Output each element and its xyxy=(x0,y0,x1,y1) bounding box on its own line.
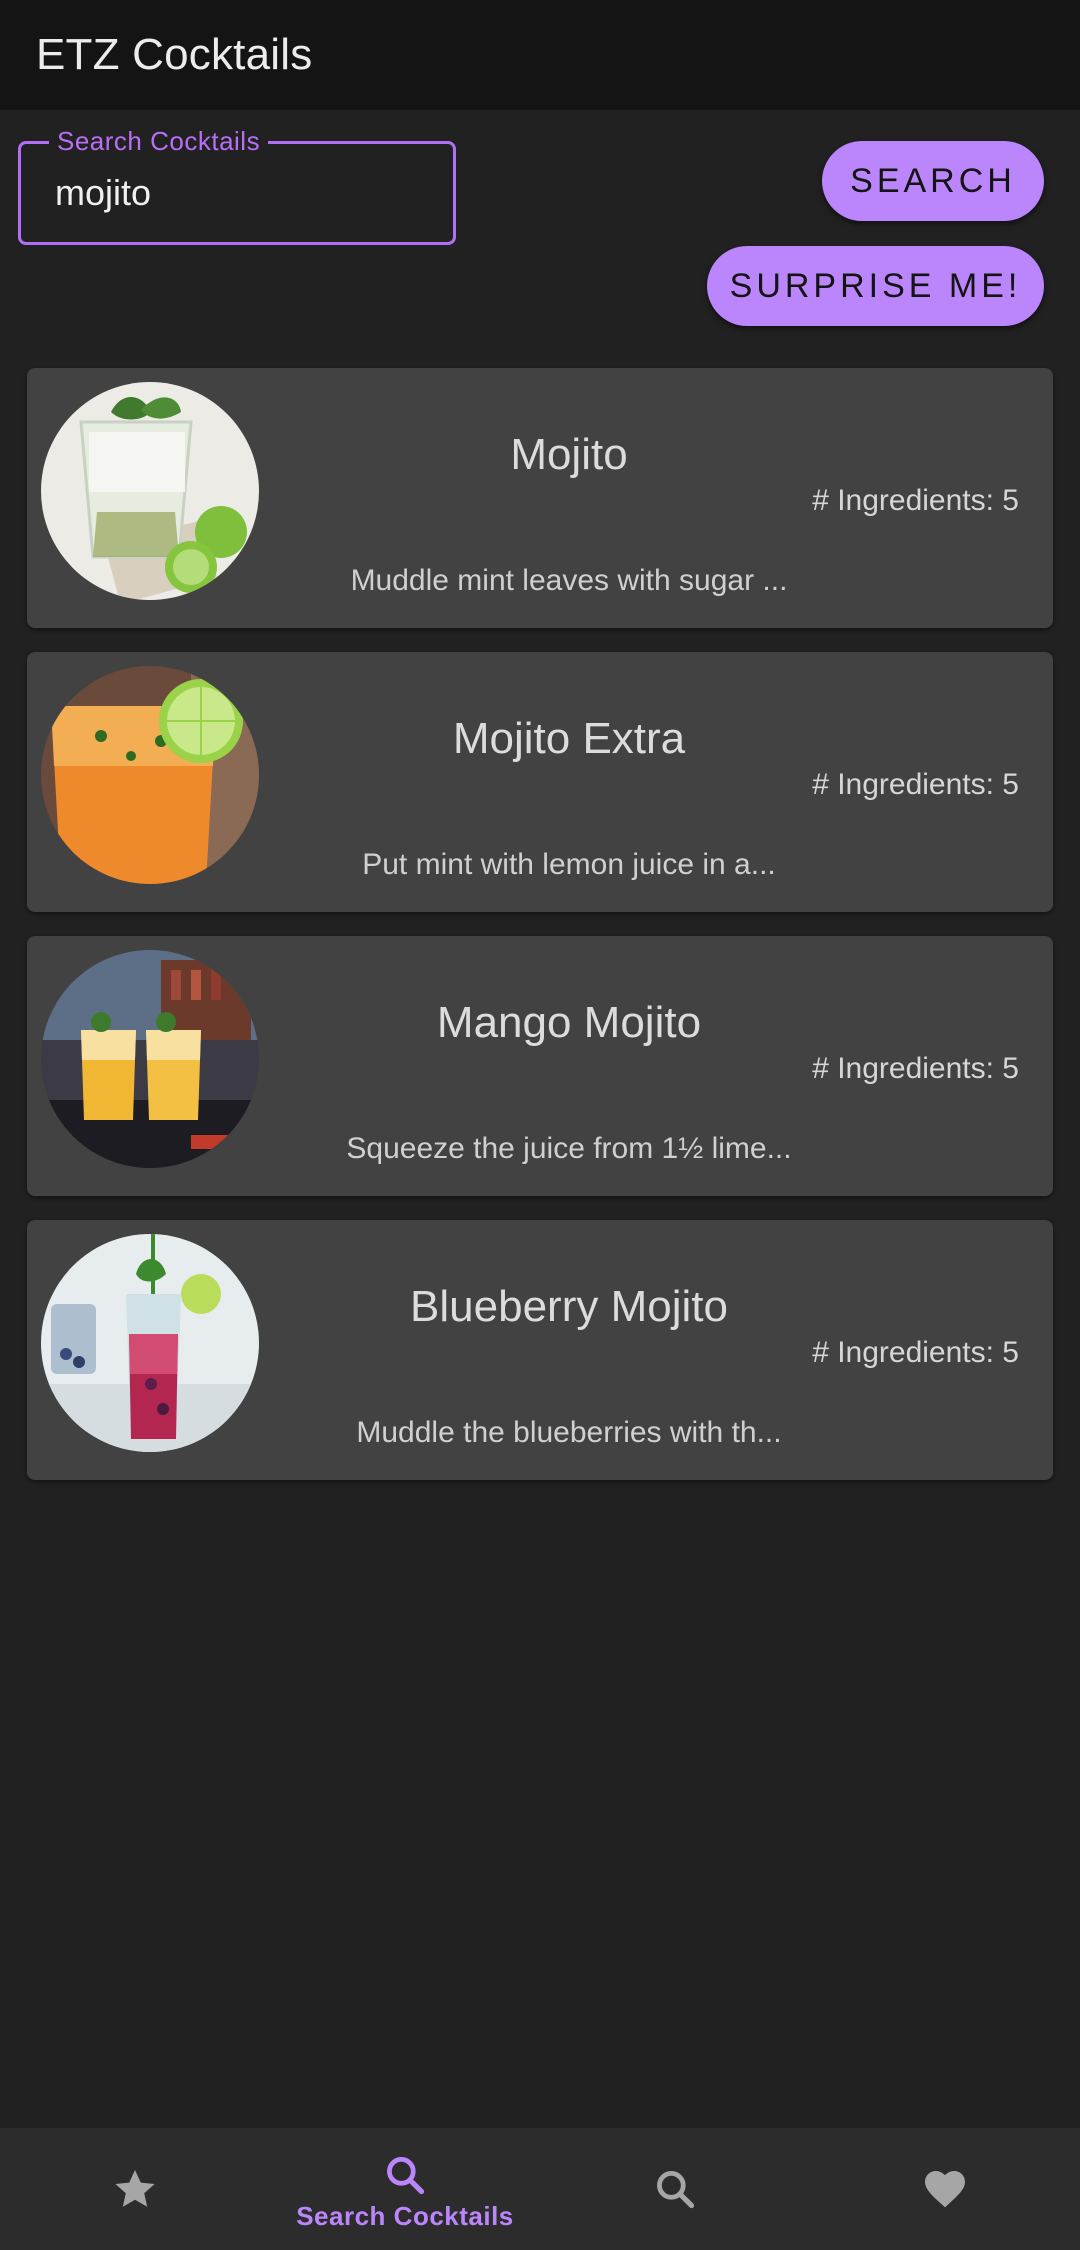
mojito-extra-photo xyxy=(41,666,259,884)
cocktail-image xyxy=(41,1234,259,1452)
bottom-navigation: Search Cocktails xyxy=(0,2128,1080,2250)
search-input[interactable]: mojito xyxy=(55,172,151,214)
cocktail-description: Squeeze the juice from 1½ lime... xyxy=(346,1132,792,1165)
surprise-me-button[interactable]: SURPRISE ME! xyxy=(707,246,1044,326)
nav-item-favorites-star[interactable] xyxy=(0,2128,270,2250)
nav-item-favorites-heart[interactable] xyxy=(810,2128,1080,2250)
app-root: ETZ Cocktails Search Cocktails mojito SE… xyxy=(0,0,1080,2250)
cocktail-image xyxy=(41,950,259,1168)
cocktail-name: Blueberry Mojito xyxy=(410,1282,728,1331)
cocktail-card-mango-mojito[interactable]: Mango Mojito # Ingredients: 5 Squeeze th… xyxy=(27,936,1053,1196)
cocktail-name: Mojito Extra xyxy=(452,714,686,763)
ingredient-count: # Ingredients: 5 xyxy=(812,1336,1019,1369)
cocktail-card-blueberry-mojito[interactable]: Blueberry Mojito # Ingredients: 5 Muddle… xyxy=(27,1220,1053,1480)
cocktail-name: Mojito xyxy=(510,430,628,479)
cocktail-description: Muddle mint leaves with sugar ... xyxy=(350,564,788,597)
cocktail-name: Mango Mojito xyxy=(436,998,702,1047)
cocktail-image xyxy=(41,382,259,600)
nav-item-search[interactable] xyxy=(540,2128,810,2250)
star-icon xyxy=(115,2170,155,2207)
top-app-bar: ETZ Cocktails xyxy=(0,0,1080,110)
mango-mojito-photo xyxy=(41,950,259,1168)
cocktail-list: Mojito # Ingredients: 5 Muddle mint leav… xyxy=(27,368,1053,1504)
cocktail-image xyxy=(41,666,259,884)
search-icon xyxy=(387,2156,425,2194)
nav-label-search-cocktails: Search Cocktails xyxy=(296,2200,514,2231)
blueberry-mojito-photo xyxy=(41,1234,259,1452)
search-icon xyxy=(657,2171,695,2209)
mojito-photo xyxy=(41,382,259,600)
search-field-label: Search Cocktails xyxy=(49,126,269,157)
ingredient-count: # Ingredients: 5 xyxy=(812,484,1019,517)
cocktail-card-mojito-extra[interactable]: Mojito Extra # Ingredients: 5 Put mint w… xyxy=(27,652,1053,912)
cocktail-card-mojito[interactable]: Mojito # Ingredients: 5 Muddle mint leav… xyxy=(27,368,1053,628)
ingredient-count: # Ingredients: 5 xyxy=(812,768,1019,801)
search-button[interactable]: SEARCH xyxy=(822,141,1044,221)
app-title: ETZ Cocktails xyxy=(36,30,313,79)
nav-item-search-cocktails[interactable]: Search Cocktails xyxy=(270,2128,540,2250)
heart-icon xyxy=(925,2171,965,2208)
ingredient-count: # Ingredients: 5 xyxy=(812,1052,1019,1085)
cocktail-description: Put mint with lemon juice in a... xyxy=(362,848,776,881)
search-cocktails-field[interactable]: Search Cocktails mojito xyxy=(18,126,456,245)
cocktail-description: Muddle the blueberries with th... xyxy=(356,1416,782,1449)
